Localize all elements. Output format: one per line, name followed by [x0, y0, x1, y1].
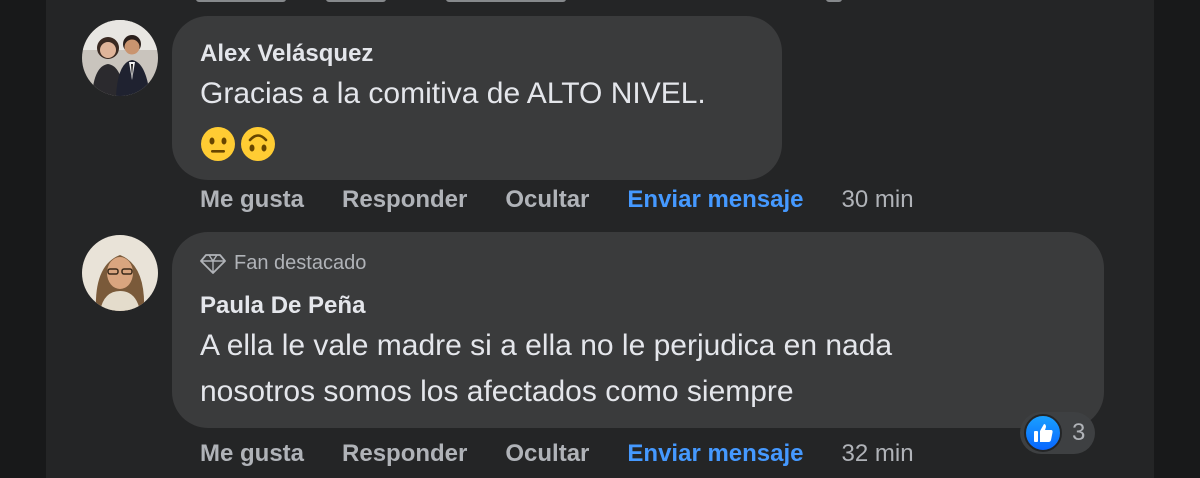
- like-button[interactable]: Me gusta: [200, 440, 304, 468]
- comments-page: Alex Velásquez Gracias a la comitiva de …: [0, 0, 1200, 478]
- diamond-icon: [200, 253, 226, 274]
- comment-text-line-1: A ella le vale madre si a ella no le per…: [200, 329, 893, 362]
- comment-actions: Me gusta Responder Ocultar Enviar mensaj…: [200, 186, 914, 214]
- comment-bubble: Fan destacado Paula De Peña A ella le va…: [172, 232, 1104, 428]
- comment-author[interactable]: Alex Velásquez: [200, 40, 373, 68]
- neutral-face-icon: [201, 127, 235, 161]
- send-message-button[interactable]: Enviar mensaje: [627, 186, 803, 214]
- comment-timestamp[interactable]: 30 min: [842, 186, 914, 214]
- comment-text-line-2: nosotros somos los afectados como siempr…: [200, 375, 794, 408]
- like-button[interactable]: Me gusta: [200, 186, 304, 214]
- reply-button[interactable]: Responder: [342, 440, 467, 468]
- thumbs-up-icon: [1034, 424, 1053, 442]
- comment-bubble: Alex Velásquez Gracias a la comitiva de …: [172, 16, 782, 180]
- comment-section: Alex Velásquez Gracias a la comitiva de …: [46, 0, 1154, 478]
- avatar-alex[interactable]: [82, 20, 158, 96]
- reaction-summary[interactable]: 3: [1020, 412, 1096, 454]
- reaction-count: 3: [1072, 419, 1086, 446]
- comment-timestamp[interactable]: 32 min: [842, 440, 914, 468]
- upside-down-face-icon: [241, 127, 275, 161]
- top-fan-badge[interactable]: Fan destacado: [200, 252, 366, 275]
- previous-content-fragment: [46, 0, 1154, 4]
- comment-author[interactable]: Paula De Peña: [200, 292, 365, 320]
- hide-button[interactable]: Ocultar: [505, 186, 589, 214]
- comment-actions: Me gusta Responder Ocultar Enviar mensaj…: [200, 440, 914, 468]
- comment-text: Gracias a la comitiva de ALTO NIVEL.: [200, 77, 706, 110]
- avatar-photo-icon: [82, 235, 158, 311]
- badge-label: Fan destacado: [234, 252, 367, 274]
- reply-button[interactable]: Responder: [342, 186, 467, 214]
- comment-emojis: [200, 126, 276, 162]
- avatar-photo-icon: [82, 20, 158, 96]
- hide-button[interactable]: Ocultar: [505, 440, 589, 468]
- avatar-paula[interactable]: [82, 235, 158, 311]
- like-icon: [1024, 414, 1062, 452]
- send-message-button[interactable]: Enviar mensaje: [627, 440, 803, 468]
